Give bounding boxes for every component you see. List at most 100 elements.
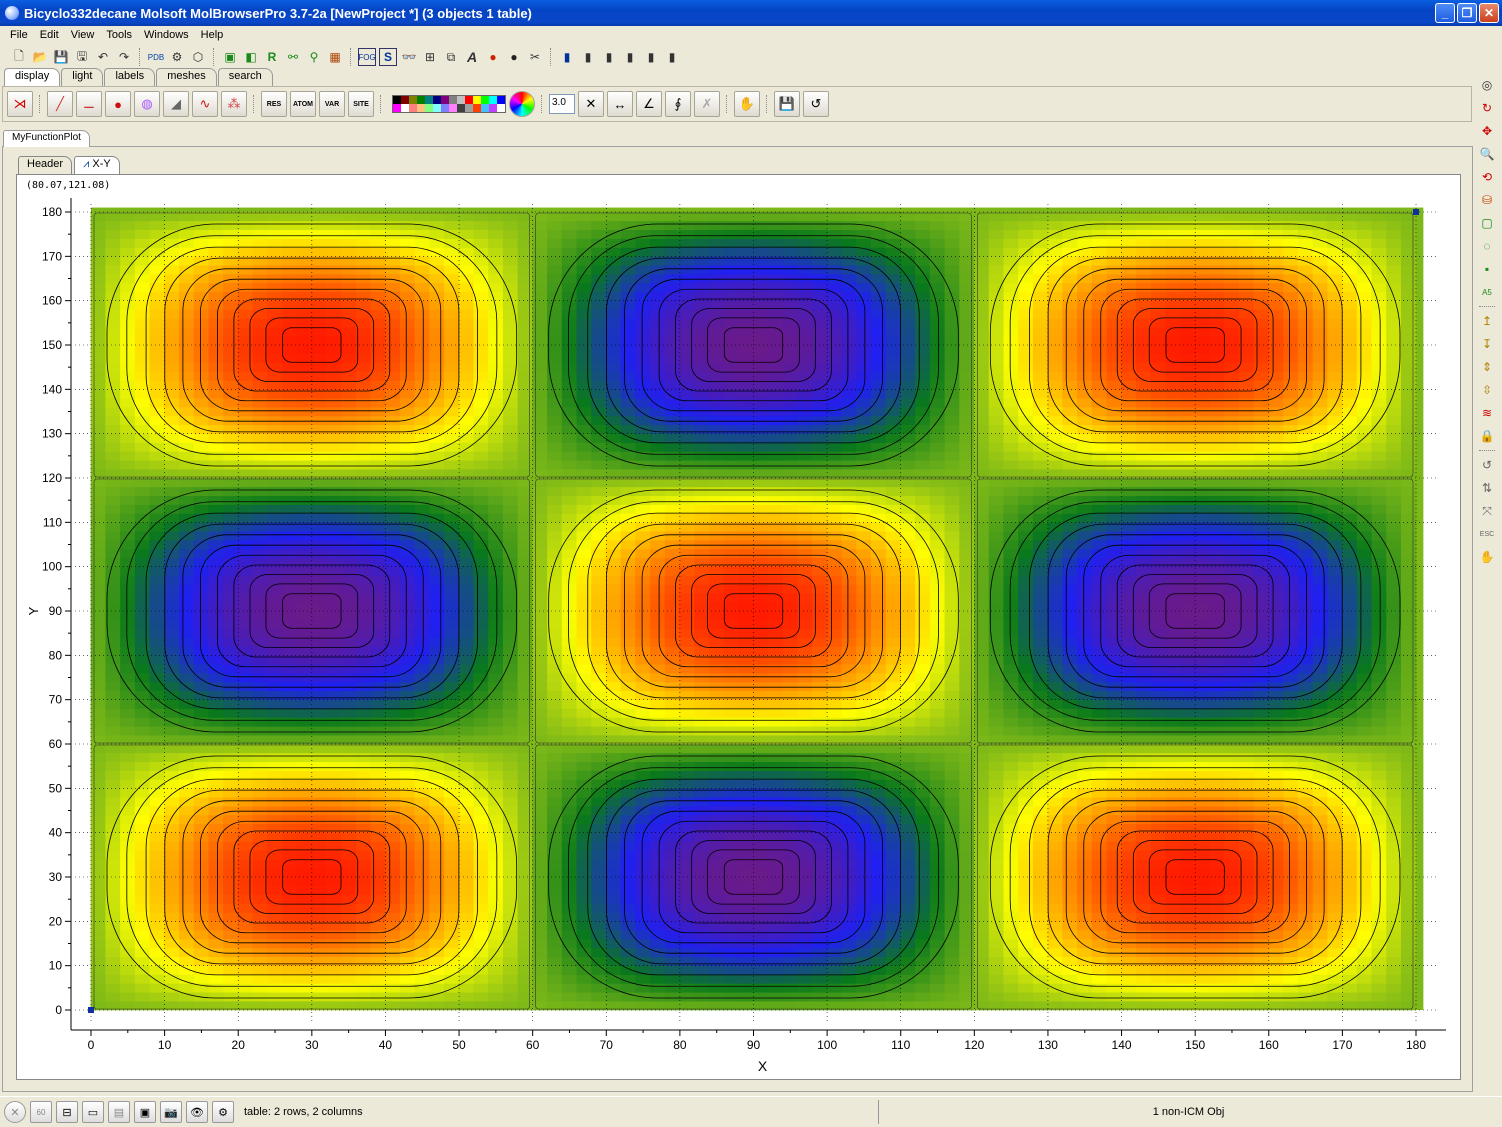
restore-view-icon[interactable]: ↺ [803,91,829,117]
align-icon-6[interactable]: ▮ [663,48,681,66]
residue-icon[interactable]: R [263,48,281,66]
contour-chart[interactable]: 0 10 20 30 40 50 60 70 80 90 100 110 120 130 140 150 160… [16,174,1461,1080]
heatmap-cell [753,415,769,426]
chemical-icon[interactable]: ⬡ [189,48,207,66]
fog-icon[interactable]: FOG [358,48,376,66]
redo-icon[interactable]: ↷ [115,48,133,66]
heatmap-cell [664,362,681,372]
fetch-icon[interactable]: ⚙ [168,48,186,66]
heatmap-cell [90,575,107,585]
heatmap-cell [164,663,180,674]
new-file-icon[interactable]: 🗋 [10,48,28,66]
tab-display[interactable]: display [4,68,61,86]
window-icon[interactable]: ⧉ [442,48,460,66]
heatmap-cell [679,575,695,585]
heatmap-cell [340,752,357,763]
angle-icon[interactable]: ∠ [636,91,662,117]
tab-labels[interactable]: labels [104,68,156,86]
menu-windows[interactable]: Windows [138,29,195,41]
align-icon-2[interactable]: ▮ [579,48,597,66]
heatmap-cell [694,965,710,975]
torsion-icon[interactable]: ∮ [665,91,691,117]
stereo-icon[interactable]: S [379,48,397,66]
heatmap-cell [738,929,754,940]
select-box-icon[interactable]: ◧ [242,48,260,66]
save-icon[interactable]: 💾 [52,48,70,66]
tab-search[interactable]: search [217,68,273,86]
menu-edit[interactable]: Edit [34,29,65,41]
surface-icon[interactable]: ◍ [134,91,160,117]
align-icon-5[interactable]: ▮ [642,48,660,66]
atom-icon[interactable]: ⚲ [305,48,323,66]
heatmap-cell [208,335,224,346]
heatmap-cell [282,575,298,585]
distance-icon[interactable]: ↔ [607,91,633,117]
ball-color-icon[interactable]: ● [484,48,502,66]
clear-measure-icon[interactable]: ✗ [694,91,720,117]
tab-light[interactable]: light [61,68,104,86]
heatmap-cell [723,539,740,550]
menu-help[interactable]: Help [195,29,230,41]
cpk-icon[interactable]: ● [105,91,131,117]
tab-header[interactable]: Header [18,156,73,174]
stick-icon[interactable]: ⚊ [76,91,102,117]
bond-icon[interactable]: ⚯ [284,48,302,66]
close-button[interactable]: ✕ [1479,3,1499,23]
select-icon[interactable]: ▣ [221,48,239,66]
layout-icon[interactable]: ⊞ [421,48,439,66]
mixed-icon[interactable]: ⁂ [221,91,247,117]
tab-x-y[interactable]: ⩘ X-Y [74,156,120,174]
heatmap-cell [870,273,887,284]
atom-label-icon[interactable]: ATOM [290,91,316,117]
heatmap-cell [399,894,416,904]
heatmap-cell [444,424,460,434]
label-size-field[interactable]: 3.0 [549,94,575,114]
align-icon-4[interactable]: ▮ [621,48,639,66]
title-bar: Bicyclo332decane Molsoft MolBrowserPro 3… [0,0,1502,26]
ribbon-red-icon[interactable]: ∿ [192,91,218,117]
maximize-button[interactable]: ❐ [1457,3,1477,23]
tab-meshes[interactable]: meshes [156,68,217,86]
menu-file[interactable]: File [4,29,34,41]
hand-icon[interactable]: ✋ [734,91,760,117]
heatmap-cell [458,655,475,665]
grid-select-icon[interactable]: ▦ [326,48,344,66]
heatmap-cell [311,876,327,887]
plot-icon[interactable]: ⋊ [7,91,33,117]
minimize-button[interactable]: _ [1435,3,1455,23]
res-label-icon[interactable]: RES [261,91,287,117]
menu-tools[interactable]: Tools [100,29,138,41]
wire-icon[interactable]: ╱ [47,91,73,117]
heatmap-cell [812,974,828,984]
var-label-icon[interactable]: VAR [319,91,345,117]
site-label-icon[interactable]: SITE [348,91,374,117]
align-top-icon[interactable]: ▮ [558,48,576,66]
open-folder-icon[interactable]: 📂 [31,48,49,66]
ball-dark-icon[interactable]: ● [505,48,523,66]
heatmap-cell [561,539,578,550]
heatmap-cell [385,717,401,727]
color-palette[interactable] [392,95,506,113]
undo-icon[interactable]: ↶ [94,48,112,66]
color-wheel-icon[interactable] [509,91,535,117]
heatmap-cell [193,326,210,337]
tools-icon[interactable]: ✂ [526,48,544,66]
heatmap-cell [856,770,872,780]
heatmap-cell [782,601,798,612]
ribbon-icon[interactable]: ◢ [163,91,189,117]
save-view-icon[interactable]: 💾 [774,91,800,117]
heatmap-cell [841,983,857,993]
align-icon-3[interactable]: ▮ [600,48,618,66]
app-icon[interactable] [5,6,19,20]
heatmap-cell [782,557,798,567]
menu-view[interactable]: View [65,29,101,41]
measure-icon[interactable]: ✕ [578,91,604,117]
font-icon[interactable]: A [463,48,481,66]
glasses-icon[interactable]: 👓 [400,48,418,66]
heatmap-cell [370,442,386,452]
tab-myfunctionplot[interactable]: MyFunctionPlot [3,130,90,147]
heatmap-cell [664,584,681,594]
pdb-icon[interactable]: PDB [147,48,165,66]
heatmap-cell [709,451,725,461]
save-as-icon[interactable]: 🖫 [73,48,91,66]
